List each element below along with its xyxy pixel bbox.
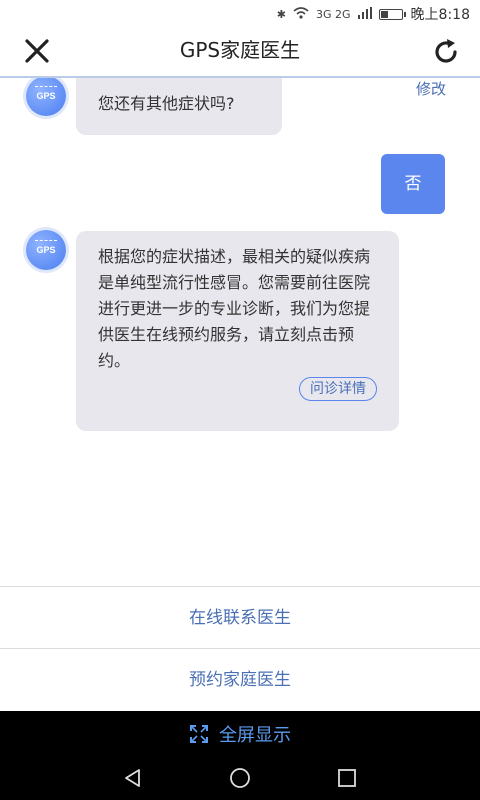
bot-message-diagnosis: 根据您的症状描述，最相关的疑似疾病是单纯型流行性感冒。您需要前往医院进行更进一步… [76,231,399,431]
bluetooth-icon: ✱ [276,7,286,21]
clock: 晚上8:18 [410,7,470,23]
back-icon[interactable] [122,767,144,789]
signal-icon [357,6,372,22]
bot-message-symptoms: 您还有其他症状吗? [76,78,282,135]
message-text: 您还有其他症状吗? [98,94,235,113]
chat-area[interactable]: GPS 修改 您还有其他症状吗? 否 GPS 根据您的症状描述，最相关的疑似疾病… [0,78,480,586]
message-text: 否 [404,174,422,194]
wifi-icon [293,6,309,22]
system-nav-bar [0,756,480,800]
contact-doctor-button[interactable]: 在线联系医生 [0,586,480,648]
battery-icon [378,8,406,20]
network-type: 3G 2G [316,7,351,21]
edit-link[interactable]: 修改 [416,78,446,99]
app-header: GPS家庭医生 [0,28,480,78]
home-icon[interactable] [228,766,252,790]
avatar-text: GPS [36,245,56,255]
refresh-button[interactable] [430,36,462,68]
avatar-text: GPS [36,91,56,101]
fullscreen-icon [190,724,208,743]
refresh-icon [435,39,457,63]
page-title: GPS家庭医生 [179,38,301,62]
status-bar: ✱ 3G 2G 晚上8:18 [0,0,480,28]
recents-icon[interactable] [336,767,358,789]
fullscreen-button[interactable]: 全屏显示 [0,711,480,756]
fullscreen-label: 全屏显示 [219,724,291,746]
user-message: 否 [381,154,445,214]
doctor-avatar: GPS [26,230,66,270]
book-doctor-button[interactable]: 预约家庭医生 [0,648,480,710]
doctor-avatar: GPS [26,78,66,116]
status-icons: ✱ 3G 2G [276,6,406,22]
message-text: 根据您的症状描述，最相关的疑似疾病是单纯型流行性感冒。您需要前往医院进行更进一步… [98,247,371,370]
consultation-details-button[interactable]: 问诊详情 [299,377,377,401]
